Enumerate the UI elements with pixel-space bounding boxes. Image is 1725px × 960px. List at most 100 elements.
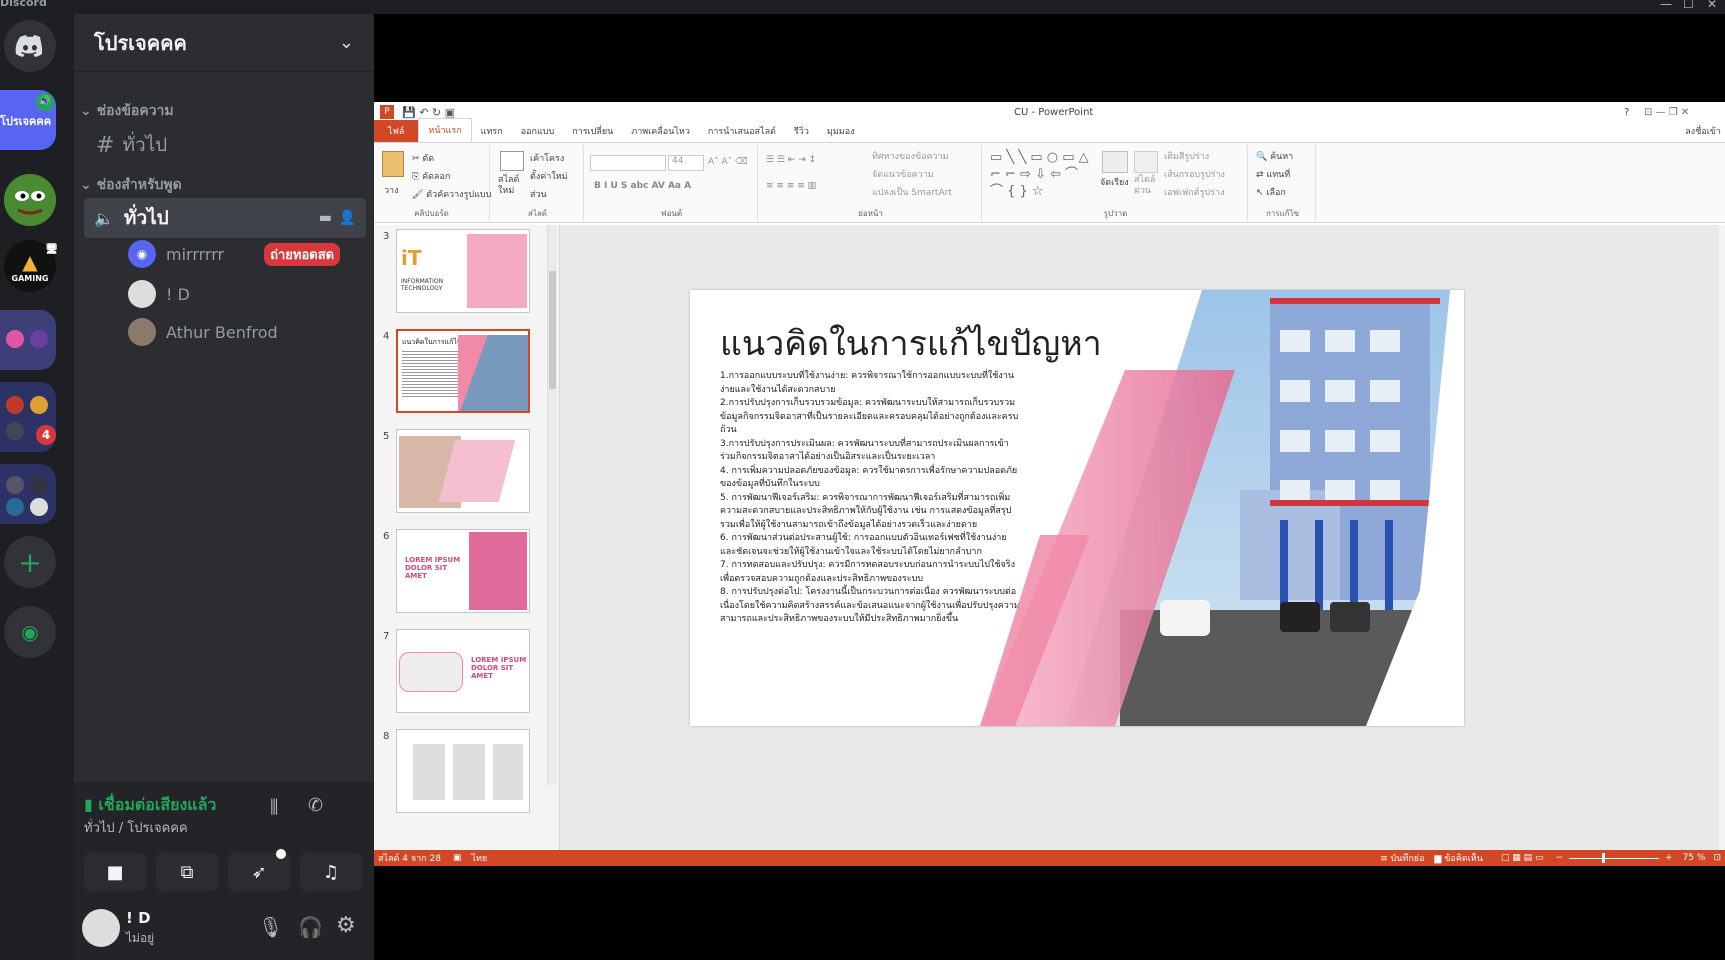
slide-thumbnail[interactable]: LOREM IPSUM DOLOR SIT AMET [396,529,530,613]
settings-gear-icon[interactable]: ⚙ [336,913,356,938]
avatar[interactable] [82,909,120,947]
notes-button[interactable]: ≡ บันทึกย่อ [1380,851,1424,865]
tab-design[interactable]: ออกแบบ [512,124,564,142]
tab-slideshow[interactable]: การนำเสนอสไลด์ [699,124,785,142]
zoom-level[interactable]: 75 % [1683,853,1706,863]
help-button[interactable]: ? [1624,107,1629,118]
headphones-icon[interactable]: 🎧 [298,915,323,939]
zoom-slider-thumb[interactable] [1602,852,1606,863]
shape-effects-button[interactable]: เอฟเฟกต์รูปร่าง [1164,185,1224,199]
format-painter-button[interactable]: 🖌 ตัวคัดวางรูปแบบ [412,187,491,201]
chat-bubble-icon[interactable]: ▬ [319,210,332,226]
smartart-button[interactable]: แปลงเป็น SmartArt [872,185,952,199]
tab-review[interactable]: รีวิว [785,124,818,142]
channel-text-general[interactable]: # ทั่วไป [96,130,167,160]
server-header[interactable]: โปรเจคคค ⌄ [74,14,374,72]
language-indicator[interactable]: ไทย [471,851,487,865]
thumbnail-scrollbar[interactable] [547,225,557,785]
slide-body[interactable]: 1.การออกแบบระบบที่ใช้งานง่าย: ควรพิจารณา… [720,370,1020,627]
find-button[interactable]: 🔍 ค้นหา [1256,149,1293,163]
channel-voice-general[interactable]: 🔈 ทั่วไป ▬ 👤 [84,198,366,238]
slide-thumbnail[interactable]: LOREM IPSUM DOLOR SIT AMET [396,629,530,713]
close-button[interactable]: ✕ [1707,0,1717,11]
cut-button[interactable]: ✂ ตัด [412,151,434,165]
replace-button[interactable]: ⇄ แทนที่ [1256,167,1290,181]
font-size-select[interactable]: 44 [668,155,704,171]
shape-outline-button[interactable]: เส้นกรอบรูปร่าง [1164,167,1225,181]
server-folder-2[interactable]: 4 [0,382,56,452]
copy-button[interactable]: ⎘ คัดลอก [412,169,450,183]
tab-file[interactable]: ไฟล์ [374,120,419,142]
voice-user-row[interactable]: ◉ mirrrrrr ถ่ายทอดสด [128,240,341,268]
shapes-gallery[interactable]: ▭ ╲ ╲ ▭ ○ ▭ △ ⌐ ⌐ ⇨ ⇩ ⇦ ⌒ ⌒ { } ☆ [990,149,1094,200]
soundboard-button[interactable]: ♫ [300,853,362,891]
minimize-button[interactable]: — [1660,0,1672,11]
thumbnail-photo [458,335,528,411]
add-server-button[interactable]: + [4,536,56,588]
microphone-icon[interactable]: 🎙 [258,915,283,939]
tab-insert[interactable]: แทรก [472,124,512,142]
spellcheck-icon[interactable]: ▣ [453,853,462,863]
arrange-icon[interactable] [1102,151,1128,173]
explore-servers-button[interactable]: ◉ [4,606,56,658]
align-text-button[interactable]: จัดแนวข้อความ [872,167,934,181]
voice-user-row[interactable]: ! D [128,280,190,308]
reset-button[interactable]: ตั้งค่าใหม่ [530,169,568,183]
slide-thumbnail[interactable]: iT INFORMATION TECHNOLOGY [396,229,530,313]
zoom-in-button[interactable]: + [1665,853,1673,863]
signin-link[interactable]: ลงชื่อเข้า [1685,124,1721,138]
screen-share-button[interactable]: ⧉ [156,853,218,891]
list-icons[interactable]: ☰ ☰ ⇤ ⇥ ↕ [766,155,816,165]
slide-thumbnail[interactable] [396,729,530,813]
disconnect-icon[interactable]: ✆ [308,795,323,816]
window-controls[interactable]: ⊡ — ❐ ✕ [1644,107,1689,118]
voice-user-row[interactable]: Athur Benfrod [128,318,278,346]
quick-styles-icon[interactable] [1134,151,1158,173]
zoom-slider[interactable] [1569,852,1660,863]
activity-button[interactable]: ➶ [228,849,290,891]
tab-home[interactable]: หน้าแรก [418,118,472,142]
server-icon-active[interactable]: โปรเจคคค 🔊 [0,90,56,150]
font-style-icons[interactable]: B I U S abc AV Aa A [594,181,691,191]
section-button[interactable]: ส่วน [530,187,547,201]
camera-button[interactable]: ■ [84,853,146,891]
zoom-out-button[interactable]: − [1555,853,1563,863]
editor-scrollbar[interactable] [1719,225,1725,850]
view-buttons[interactable]: ▢ ▦ ▤ ▭ [1501,853,1544,863]
screen-share-icon: ⧉ [180,861,194,883]
maximize-button[interactable]: ☐ [1683,0,1694,11]
server-icon-gaming[interactable]: ▲ GAMING 🖥 [4,240,58,292]
new-slide-icon[interactable] [500,151,524,171]
layout-button[interactable]: เค้าโครง [530,151,564,165]
quick-access-icons[interactable]: 💾 ↶ ↻ ▣ [402,106,455,119]
discord-home-button[interactable] [4,20,56,72]
paste-button[interactable]: วาง [384,183,399,197]
slide-thumbnail[interactable] [396,429,530,513]
shape-fill-button[interactable]: เติมสีรูปร่าง [1164,149,1209,163]
new-slide-button[interactable]: สไลด์ใหม่ [498,175,528,197]
align-icons[interactable]: ≡ ≡ ≡ ≡ ▥ [766,181,816,191]
paste-icon[interactable] [382,151,404,177]
tab-transitions[interactable]: การเปลี่ยน [563,124,622,142]
font-grow-shrink-icons[interactable]: A˄ A˅ ⌫ [708,157,748,167]
quick-styles-button[interactable]: สไตล์ด่วน [1134,175,1162,197]
server-icon-pepe[interactable] [4,174,56,226]
category-voice[interactable]: ⌄ ช่องสำหรับพูด [80,174,182,196]
text-direction-button[interactable]: ทิศทางของข้อความ [872,149,949,163]
avatar: ◉ [128,240,156,268]
comments-button[interactable]: ▆ ข้อคิดเห็น [1434,851,1482,865]
server-folder-3[interactable] [0,464,56,524]
tab-animations[interactable]: ภาพเคลื่อนไหว [622,124,699,142]
tab-view[interactable]: มุมมอง [818,124,864,142]
current-slide[interactable]: แนวคิดในการแก้ไขปัญหา 1.การออกแบบระบบที่… [690,290,1464,726]
noise-suppression-icon[interactable]: ⫼ [270,797,278,818]
select-button[interactable]: ↖ เลือก [1256,185,1286,199]
category-text[interactable]: ⌄ ช่องข้อความ [80,100,174,122]
slide-thumbnail-selected[interactable]: แนวคิดในการแก้ไขปัญหา [396,329,530,413]
arrange-button[interactable]: จัดเรียง [1100,175,1129,189]
font-family-select[interactable] [590,155,666,171]
server-folder-1[interactable] [0,310,56,370]
invite-user-icon[interactable]: 👤 [339,210,356,226]
scrollbar-thumb[interactable] [549,271,556,389]
fit-slide-icon[interactable]: ⊡ [1713,853,1721,863]
